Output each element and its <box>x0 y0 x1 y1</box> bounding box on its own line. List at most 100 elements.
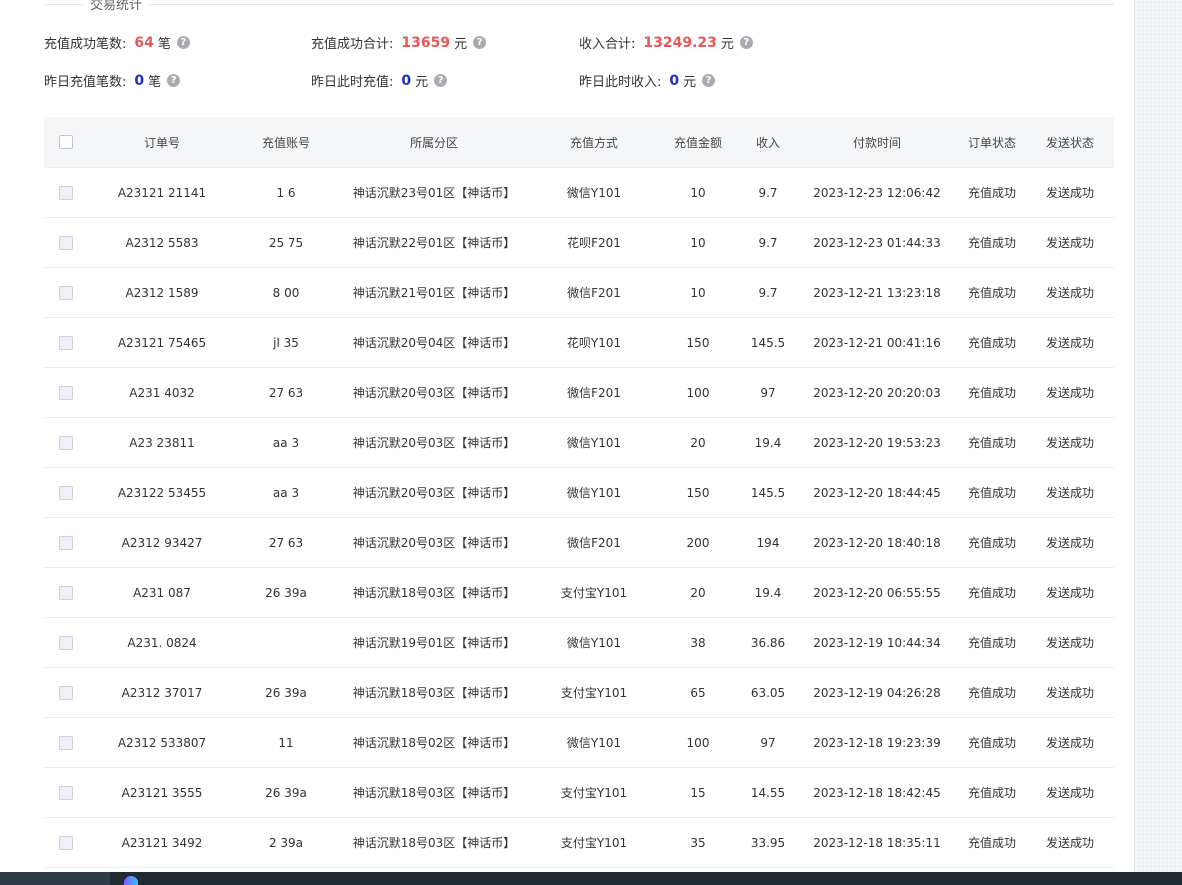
cell-account: 8 00 <box>236 267 336 318</box>
table-row[interactable]: A23121 75465 jl 35 神话沉默20号04区【神话币】 花呗Y101 15… <box>44 317 1114 368</box>
cell-amount: 100 <box>656 367 740 418</box>
cell-order-no: A2312 5583 <box>88 217 236 268</box>
row-checkbox[interactable] <box>59 385 73 400</box>
question-circle-icon[interactable]: ? <box>434 74 448 87</box>
cell-income: 36.86 <box>740 617 796 668</box>
question-circle-icon[interactable]: ? <box>473 36 487 49</box>
col-amount[interactable]: 充值金额 <box>656 117 740 168</box>
col-send-status[interactable]: 发送状态 <box>1026 117 1114 168</box>
stat-label: 充值成功笔数: <box>44 37 127 52</box>
col-method[interactable]: 充值方式 <box>532 117 656 168</box>
row-checkbox[interactable] <box>59 335 73 350</box>
cell-send-status: 发送成功 <box>1026 367 1114 418</box>
cell-amount: 38 <box>656 617 740 668</box>
cell-method: 支付宝Y101 <box>532 667 656 718</box>
table-row[interactable]: A231 4032 27 63 神话沉默20号03区【神话币】 微信F201 100 97… <box>44 367 1114 418</box>
col-zone[interactable]: 所属分区 <box>336 117 532 168</box>
app-icon[interactable] <box>124 876 138 885</box>
cell-pay-time: 2023-12-20 06:55:55 <box>796 567 958 618</box>
question-circle-icon[interactable]: ? <box>739 36 753 49</box>
row-checkbox[interactable] <box>59 235 73 250</box>
row-checkbox[interactable] <box>59 285 73 300</box>
row-select-cell <box>44 767 88 818</box>
row-checkbox[interactable] <box>59 735 73 750</box>
cell-order-status: 充值成功 <box>958 517 1026 568</box>
cell-send-status: 发送成功 <box>1026 417 1114 468</box>
col-pay-time[interactable]: 付款时间 <box>796 117 958 168</box>
table-row[interactable]: A231. 0824 神话沉默19号01区【神话币】 微信Y101 38 36.86 20… <box>44 617 1114 668</box>
cell-method: 微信Y101 <box>532 717 656 768</box>
cell-zone: 神话沉默19号01区【神话币】 <box>336 617 532 668</box>
row-select-cell <box>44 267 88 318</box>
row-select-cell <box>44 467 88 518</box>
taskbar-start-area[interactable] <box>0 872 110 885</box>
table-header-row: 订单号 充值账号 所属分区 充值方式 充值金额 收入 付款时间 订单状态 发送状… <box>44 117 1114 168</box>
cell-method: 支付宝Y101 <box>532 817 656 868</box>
cell-order-no: A2312 93427 <box>88 517 236 568</box>
table-row[interactable]: A2312 1589 8 00 神话沉默21号01区【神话币】 微信F201 10 9.7… <box>44 267 1114 318</box>
cell-order-no: A2312 1589 <box>88 267 236 318</box>
row-checkbox[interactable] <box>59 485 73 500</box>
col-income[interactable]: 收入 <box>740 117 796 168</box>
question-circle-icon[interactable]: ? <box>702 74 716 87</box>
row-checkbox[interactable] <box>59 785 73 800</box>
select-all-checkbox[interactable] <box>59 135 73 150</box>
table-row[interactable]: A2312 5583 25 75 神话沉默22号01区【神话币】 花呗F201 10 9.… <box>44 217 1114 268</box>
cell-send-status: 发送成功 <box>1026 567 1114 618</box>
cell-order-status: 充值成功 <box>958 217 1026 268</box>
table-row[interactable]: A23122 53455 aa 3 神话沉默20号03区【神话币】 微信Y101 150… <box>44 467 1114 518</box>
cell-pay-time: 2023-12-23 12:06:42 <box>796 167 958 218</box>
row-select-cell <box>44 317 88 368</box>
col-account[interactable]: 充值账号 <box>236 117 336 168</box>
left-sidebar-edge <box>0 0 25 400</box>
table-row[interactable]: A231 087 26 39a 神话沉默18号03区【神话币】 支付宝Y101 20 19… <box>44 567 1114 618</box>
cell-zone: 神话沉默20号03区【神话币】 <box>336 367 532 418</box>
cell-zone: 神话沉默21号01区【神话币】 <box>336 267 532 318</box>
table-row[interactable]: A2312 37017 26 39a 神话沉默18号03区【神话币】 支付宝Y101 6… <box>44 667 1114 718</box>
cell-zone: 神话沉默20号03区【神话币】 <box>336 467 532 518</box>
row-checkbox[interactable] <box>59 435 73 450</box>
table-row[interactable]: A23121 21141 1 6 神话沉默23号01区【神话币】 微信Y101 10 9.… <box>44 167 1114 218</box>
cell-method: 支付宝Y101 <box>532 767 656 818</box>
row-checkbox[interactable] <box>59 635 73 650</box>
cell-pay-time: 2023-12-18 18:42:45 <box>796 767 958 818</box>
question-circle-icon[interactable]: ? <box>167 74 181 87</box>
cell-income: 194 <box>740 517 796 568</box>
stat-label: 昨日此时收入: <box>579 75 662 90</box>
row-checkbox[interactable] <box>59 835 73 850</box>
stat-label: 充值成功合计: <box>311 37 394 52</box>
cell-amount: 10 <box>656 167 740 218</box>
cell-pay-time: 2023-12-18 19:23:39 <box>796 717 958 768</box>
cell-order-no: A2312 37017 <box>88 667 236 718</box>
table-row[interactable]: A23 23811 aa 3 神话沉默20号03区【神话币】 微信Y101 20 19.4… <box>44 417 1114 468</box>
cell-account: 25 75 <box>236 217 336 268</box>
row-checkbox[interactable] <box>59 585 73 600</box>
row-select-cell <box>44 817 88 868</box>
cell-order-no: A2312 533807 <box>88 717 236 768</box>
cell-send-status: 发送成功 <box>1026 267 1114 318</box>
cell-method: 微信F201 <box>532 517 656 568</box>
stat-yesterday-count: 昨日充值笔数: 0 笔 ? <box>44 71 181 90</box>
row-checkbox[interactable] <box>59 185 73 200</box>
cell-send-status: 发送成功 <box>1026 617 1114 668</box>
cell-pay-time: 2023-12-20 20:20:03 <box>796 367 958 418</box>
row-select-cell <box>44 567 88 618</box>
table-row[interactable]: A23121 3492 2 39a 神话沉默18号03区【神话币】 支付宝Y101 35… <box>44 817 1114 868</box>
table-row[interactable]: A2312 93427 27 63 神话沉默20号03区【神话币】 微信F201 200… <box>44 517 1114 568</box>
row-checkbox[interactable] <box>59 685 73 700</box>
row-select-cell <box>44 517 88 568</box>
stat-unit: 笔 <box>148 75 162 90</box>
cell-zone: 神话沉默18号03区【神话币】 <box>336 767 532 818</box>
cell-send-status: 发送成功 <box>1026 817 1114 868</box>
row-checkbox[interactable] <box>59 535 73 550</box>
cell-pay-time: 2023-12-18 18:35:11 <box>796 817 958 868</box>
question-circle-icon[interactable]: ? <box>176 36 190 49</box>
orders-table: 订单号 充值账号 所属分区 充值方式 充值金额 收入 付款时间 订单状态 发送状… <box>44 117 1114 885</box>
stat-unit: 元 <box>683 75 697 90</box>
col-order-no[interactable]: 订单号 <box>88 117 236 168</box>
col-order-status[interactable]: 订单状态 <box>958 117 1026 168</box>
table-row[interactable]: A23121 3555 26 39a 神话沉默18号03区【神话币】 支付宝Y101 1… <box>44 767 1114 818</box>
stat-label: 昨日充值笔数: <box>44 75 127 90</box>
cell-method: 支付宝Y101 <box>532 567 656 618</box>
table-row[interactable]: A2312 533807 11 神话沉默18号02区【神话币】 微信Y101 100 9… <box>44 717 1114 768</box>
